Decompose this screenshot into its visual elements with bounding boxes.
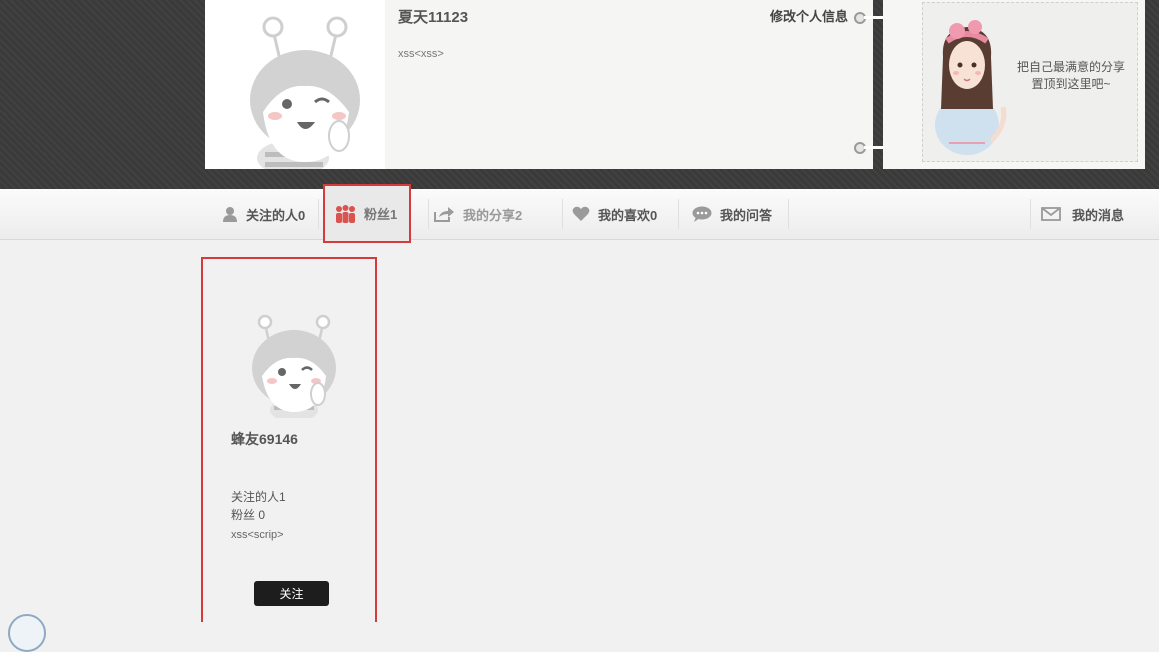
tab-divider xyxy=(562,199,563,229)
tab-my-qa[interactable]: 我的问答 xyxy=(692,189,772,239)
tab-my-likes-label: 我的喜欢0 xyxy=(598,207,658,223)
speech-bubble-icon xyxy=(692,206,712,222)
tab-my-shares-label: 我的分享2 xyxy=(463,207,523,223)
bee-avatar-icon xyxy=(250,16,360,169)
tab-fans-label: 粉丝1 xyxy=(364,207,398,222)
share-icon xyxy=(434,207,454,222)
person-icon xyxy=(223,207,237,222)
fan-username[interactable]: 蜂友69146 xyxy=(231,429,298,449)
profile-username: 夏天11123 xyxy=(398,9,469,26)
follow-button[interactable]: 关注 xyxy=(254,581,329,606)
bee-avatar-icon[interactable] xyxy=(246,312,338,418)
pinned-share-card: 把自己最满意的分享 置顶到这里吧~ xyxy=(883,0,1145,169)
fan-following-count: 关注的人1 xyxy=(231,490,286,504)
tab-my-messages[interactable]: 我的消息 xyxy=(1041,189,1124,239)
profile-bio: xss<xss> xyxy=(398,48,444,60)
tab-fans[interactable]: 粉丝1 xyxy=(323,184,412,243)
heart-icon xyxy=(572,206,590,221)
tab-my-likes[interactable]: 我的喜欢0 xyxy=(572,189,657,239)
profile-card: 夏天11123 xss<xss> 修改个人信息 xyxy=(205,0,873,169)
pinned-share-hint-line2: 置顶到这里吧~ xyxy=(1031,77,1111,91)
group-icon xyxy=(336,204,355,223)
tab-divider xyxy=(1030,199,1031,229)
profile-avatar[interactable] xyxy=(205,0,385,169)
tab-my-shares[interactable]: 我的分享2 xyxy=(433,189,522,239)
girl-illustration-icon xyxy=(935,20,1007,155)
tab-my-qa-label: 我的问答 xyxy=(720,207,773,223)
pinned-share-placeholder[interactable]: 把自己最满意的分享 置顶到这里吧~ xyxy=(922,2,1138,162)
envelope-icon xyxy=(1041,207,1061,221)
fan-bio: xss<scrip> xyxy=(231,529,284,541)
pinned-share-hint-line1: 把自己最满意的分享 xyxy=(1016,60,1125,74)
floating-widget-icon[interactable] xyxy=(8,614,46,652)
pinned-share-hint: 把自己最满意的分享 置顶到这里吧~ xyxy=(1009,59,1133,93)
fan-card: 蜂友69146 关注的人1 粉丝 0 xss<scrip> 关注 xyxy=(201,257,377,622)
tab-my-messages-label: 我的消息 xyxy=(1072,207,1125,223)
fan-fans-count: 粉丝 0 xyxy=(231,508,266,522)
tab-divider xyxy=(318,199,319,229)
profile-tab-bar: 关注的人0 粉丝1 我的分享2 我的喜欢0 我的问答 我的消息 xyxy=(0,184,1159,243)
tab-divider xyxy=(788,199,789,229)
tab-divider xyxy=(678,199,679,229)
tab-following[interactable]: 关注的人0 xyxy=(222,189,305,239)
tab-divider xyxy=(428,199,429,229)
tab-following-label: 关注的人0 xyxy=(246,207,306,223)
edit-profile-link[interactable]: 修改个人信息 xyxy=(770,6,848,25)
